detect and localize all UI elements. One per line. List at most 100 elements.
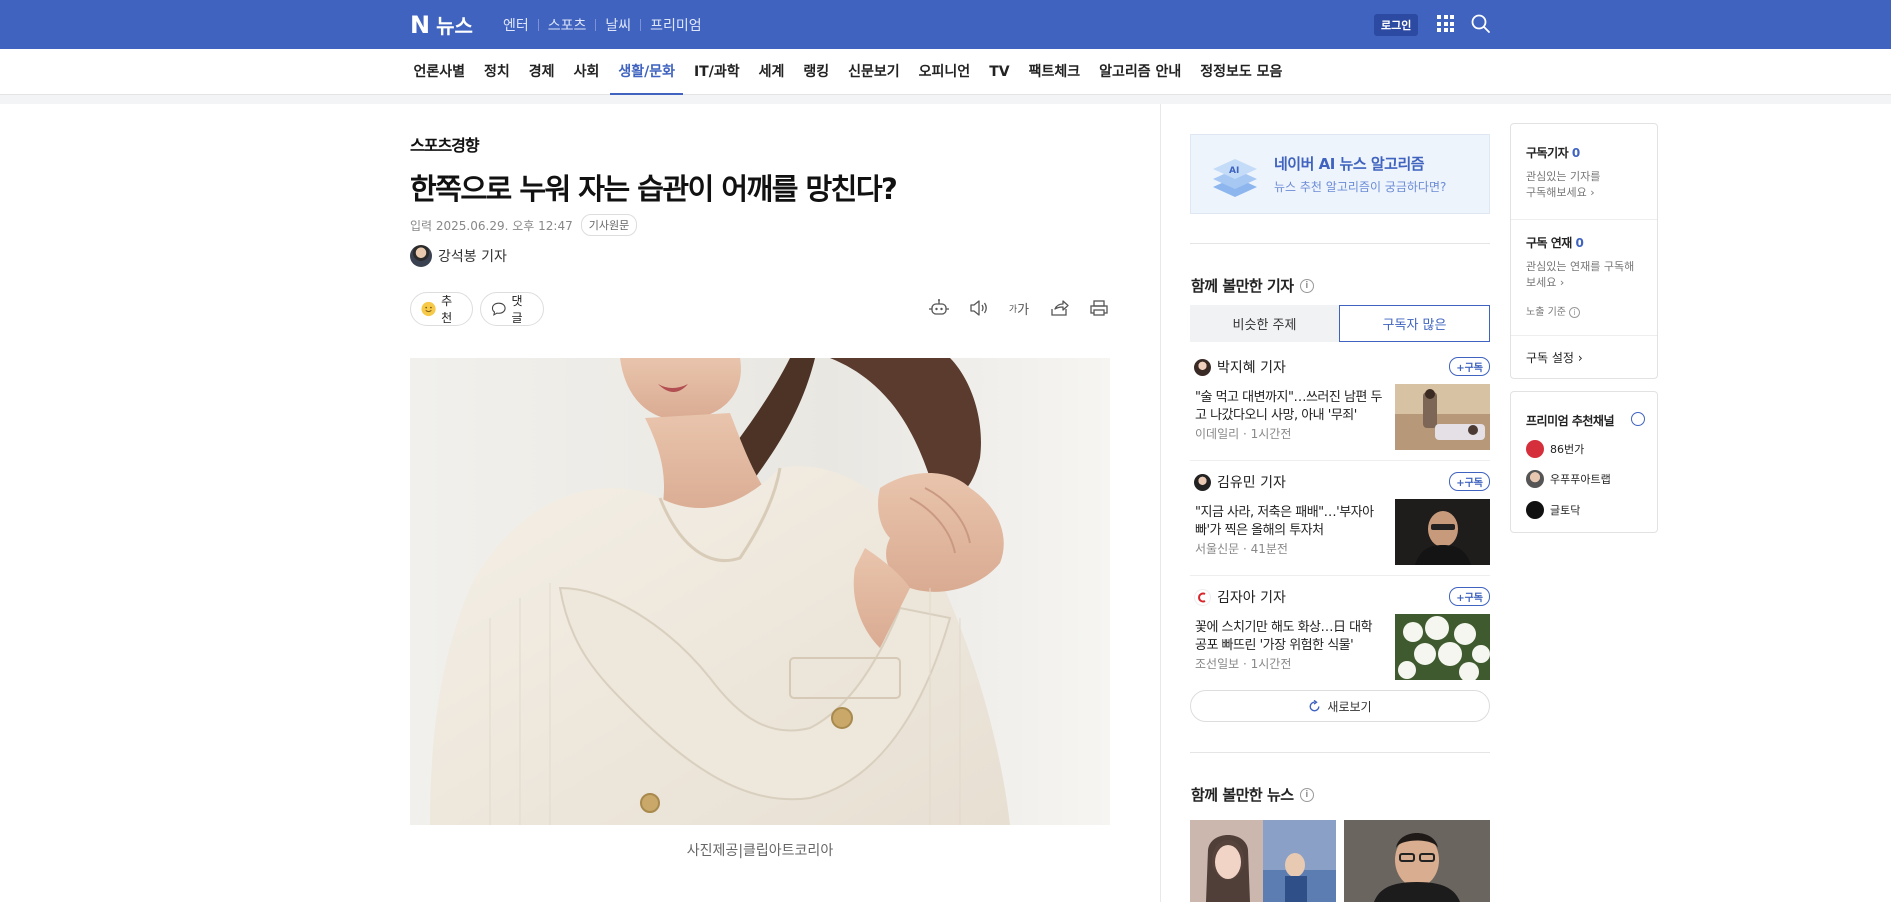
naver-news-logo[interactable]: N 뉴스 bbox=[410, 10, 473, 39]
channel-avatar bbox=[1526, 440, 1544, 458]
smile-icon bbox=[421, 301, 436, 317]
rec-reporter[interactable]: 김자아 기자 bbox=[1194, 587, 1286, 607]
search-icon[interactable] bbox=[1470, 13, 1492, 35]
refresh-icon bbox=[1309, 699, 1320, 711]
premium-channels-panel: 프리미엄 추천채널 86번가 우푸푸아트랩 글토닥 bbox=[1510, 391, 1658, 533]
info-icon[interactable]: i bbox=[1299, 278, 1314, 293]
category-life-culture[interactable]: 생활/문화 bbox=[609, 49, 685, 95]
refresh-button[interactable]: 새로보기 bbox=[1190, 690, 1490, 722]
category-ranking[interactable]: 랭킹 bbox=[794, 49, 839, 95]
tab-similar-topic[interactable]: 비슷한 주제 bbox=[1190, 305, 1339, 342]
subscription-settings[interactable]: 구독 설정 › bbox=[1526, 349, 1646, 366]
apps-grid-icon[interactable] bbox=[1437, 15, 1454, 32]
share-icon[interactable] bbox=[1048, 297, 1070, 319]
rec-title[interactable]: 꽃에 스치기만 해도 화상…日 대학 공포 빠뜨린 '가장 위험한 식물' bbox=[1195, 619, 1385, 655]
category-corrections[interactable]: 정정보도 모음 bbox=[1191, 49, 1292, 95]
rec-title[interactable]: "지금 사라, 저축은 패배"…'부자아빠'가 찍은 올해의 투자처 bbox=[1195, 504, 1385, 540]
divider bbox=[1190, 243, 1490, 244]
recommend-tabs: 비슷한 주제 구독자 많은 bbox=[1190, 305, 1490, 342]
photo-caption: 사진제공|클립아트코리아 bbox=[686, 843, 834, 859]
topnav-sports[interactable]: 스포츠 bbox=[539, 15, 596, 35]
divider bbox=[1511, 219, 1657, 220]
category-algorithm[interactable]: 알고리즘 안내 bbox=[1090, 49, 1191, 95]
login-button[interactable]: 로그인 bbox=[1374, 14, 1419, 36]
reporter-avatar bbox=[1194, 358, 1211, 376]
divider bbox=[1190, 460, 1490, 461]
category-it-science[interactable]: IT/과학 bbox=[684, 49, 749, 95]
original-article-button[interactable]: 기사원문 bbox=[580, 214, 638, 236]
rec-thumbnail[interactable] bbox=[1395, 614, 1490, 680]
article-photo bbox=[410, 358, 1110, 825]
rec-reporter[interactable]: 김유민 기자 bbox=[1194, 472, 1286, 492]
news-thumbnail[interactable] bbox=[1190, 820, 1336, 902]
font-size-icon[interactable]: 가가 bbox=[1008, 297, 1030, 319]
top-nav: 엔터 스포츠 날씨 프리미엄 bbox=[494, 15, 711, 35]
publish-date: 입력 2025.06.29. 오후 12:47 bbox=[410, 218, 573, 233]
topnav-entertainment[interactable]: 엔터 bbox=[494, 15, 538, 35]
premium-channel[interactable]: 86번가 bbox=[1526, 440, 1584, 458]
article-headline: 한쪽으로 누워 자는 습관이 어깨를 망친다? bbox=[410, 172, 898, 206]
summary-bot-icon[interactable] bbox=[928, 297, 950, 319]
news-logo-text: 뉴스 bbox=[436, 14, 473, 38]
ai-banner-title: 네이버 AI 뉴스 알고리즘 bbox=[1274, 155, 1425, 173]
tab-most-subscribers[interactable]: 구독자 많은 bbox=[1339, 305, 1490, 342]
category-world[interactable]: 세계 bbox=[749, 49, 794, 95]
article-reporter[interactable]: 강석봉 기자 bbox=[410, 245, 507, 267]
category-tv[interactable]: TV bbox=[980, 49, 1019, 95]
category-newspaper[interactable]: 신문보기 bbox=[839, 49, 910, 95]
topnav-premium[interactable]: 프리미엄 bbox=[641, 15, 711, 35]
premium-channel[interactable]: 글토닥 bbox=[1526, 501, 1580, 519]
subscription-panel: 구독기자 0 관심있는 기자를 구독해보세요 › 구독 연재 0 관심있는 연재… bbox=[1510, 123, 1658, 379]
refresh-icon[interactable] bbox=[1631, 412, 1645, 426]
top-header: N 뉴스 엔터 스포츠 날씨 프리미엄 로그인 bbox=[0, 0, 1891, 49]
reporter-avatar bbox=[1194, 588, 1211, 606]
recommended-article[interactable]: 박지혜 기자 +구독 "술 먹고 대변까지"…쓰러진 남편 두고 나갔다오니 사… bbox=[1190, 357, 1490, 467]
subscribe-button[interactable]: +구독 bbox=[1449, 357, 1490, 376]
rec-thumbnail[interactable] bbox=[1395, 384, 1490, 450]
rec-reporter[interactable]: 박지혜 기자 bbox=[1194, 357, 1286, 377]
subscribed-series[interactable]: 구독 연재 0 관심있는 연재를 구독해 보세요 › 노출 기준 i bbox=[1526, 234, 1646, 321]
print-icon[interactable] bbox=[1088, 297, 1110, 319]
series-count: 0 bbox=[1575, 236, 1584, 250]
recommend-button[interactable]: 추천 bbox=[410, 292, 473, 326]
recommended-article[interactable]: 김유민 기자 +구독 "지금 사라, 저축은 패배"…'부자아빠'가 찍은 올해… bbox=[1190, 472, 1490, 582]
comment-button[interactable]: 댓글 bbox=[480, 292, 544, 326]
svg-text:AI: AI bbox=[1229, 166, 1239, 176]
info-icon[interactable]: i bbox=[1299, 787, 1314, 802]
channel-avatar bbox=[1526, 501, 1544, 519]
premium-title: 프리미엄 추천채널 bbox=[1526, 414, 1615, 428]
reporter-avatar bbox=[1194, 473, 1211, 491]
comment-icon bbox=[491, 302, 506, 316]
divider-band bbox=[0, 95, 1891, 104]
press-name[interactable]: 스포츠경향 bbox=[410, 132, 480, 156]
divider bbox=[1511, 335, 1657, 336]
ai-algorithm-banner[interactable]: AI 네이버 AI 뉴스 알고리즘 뉴스 추천 알고리즘이 궁금하다면? bbox=[1190, 134, 1490, 214]
chevron-right-icon: › bbox=[1590, 186, 1595, 199]
reporter-count: 0 bbox=[1571, 146, 1580, 160]
comment-label: 댓글 bbox=[511, 294, 523, 325]
rec-meta: 서울신문 · 41분전 bbox=[1195, 542, 1288, 556]
subscribed-reporters[interactable]: 구독기자 0 관심있는 기자를 구독해보세요 › bbox=[1526, 144, 1646, 201]
premium-channel[interactable]: 우푸푸아트랩 bbox=[1526, 470, 1611, 488]
category-press[interactable]: 언론사별 bbox=[404, 49, 475, 95]
exposure-criteria[interactable]: 노출 기준 i bbox=[1526, 305, 1646, 321]
category-economy[interactable]: 경제 bbox=[519, 49, 564, 95]
recommended-article[interactable]: 김자아 기자 +구독 꽃에 스치기만 해도 화상…日 대학 공포 빠뜨린 '가장… bbox=[1190, 587, 1490, 697]
rec-thumbnail[interactable] bbox=[1395, 499, 1490, 565]
speaker-icon[interactable] bbox=[968, 297, 990, 319]
chevron-right-icon: › bbox=[1559, 276, 1565, 289]
news-thumbnail[interactable] bbox=[1344, 820, 1490, 902]
column-divider bbox=[1160, 104, 1161, 902]
subscribe-button[interactable]: +구독 bbox=[1449, 472, 1490, 491]
divider bbox=[1190, 752, 1490, 753]
category-opinion[interactable]: 오피니언 bbox=[909, 49, 980, 95]
category-politics[interactable]: 정치 bbox=[475, 49, 520, 95]
rec-title[interactable]: "술 먹고 대변까지"…쓰러진 남편 두고 나갔다오니 사망, 아내 '무죄' bbox=[1195, 389, 1385, 425]
topnav-weather[interactable]: 날씨 bbox=[596, 15, 640, 35]
channel-avatar bbox=[1526, 470, 1544, 488]
subscribe-button[interactable]: +구독 bbox=[1449, 587, 1490, 606]
divider bbox=[1190, 575, 1490, 576]
category-society[interactable]: 사회 bbox=[564, 49, 609, 95]
article-tools: 가가 bbox=[928, 297, 1110, 319]
category-factcheck[interactable]: 팩트체크 bbox=[1019, 49, 1090, 95]
